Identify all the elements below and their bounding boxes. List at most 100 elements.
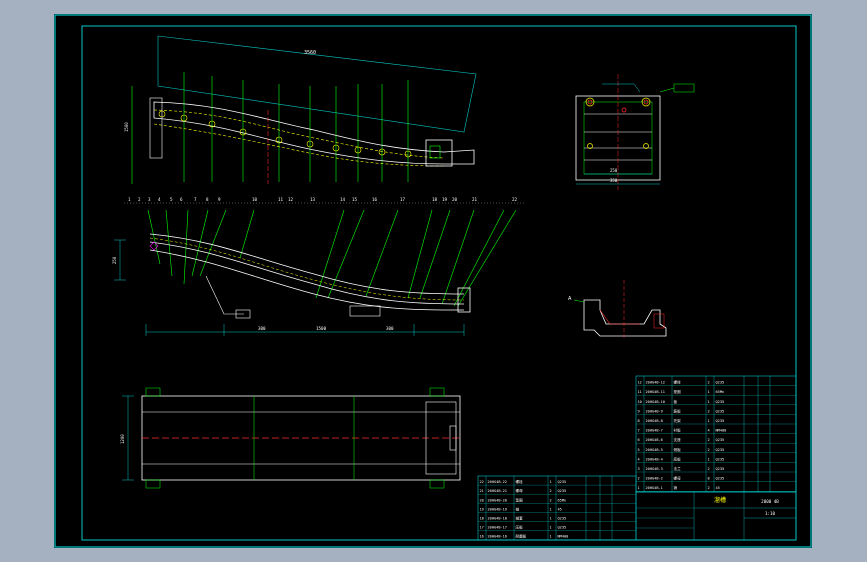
bom-cell: 5 [638,448,640,452]
bom-cell: 支座 [674,437,682,442]
bom-cell: 20HG4B-17 [488,526,507,530]
bom-cell: 65Mn [716,390,725,394]
bom-cell: 1 [550,507,552,511]
bom-cell: 20HG4B-21 [488,489,507,493]
bom-cell: 22 [480,480,484,484]
bom-cell: 1 [708,419,710,423]
bom-cell: 板 [674,399,678,404]
bom-cell: 4 [708,429,710,433]
svg-text:14: 14 [340,197,346,202]
bom-cell: 1 [550,535,552,539]
svg-text:10: 10 [252,197,258,202]
dim-overall: 3560 [304,50,316,56]
svg-text:1500: 1500 [124,122,129,132]
bom-cell: Q235 [716,448,725,452]
drawing-canvas: 3560 1500 1 2 3 4 5 6 7 8 9 10 11 12 13 … [54,14,812,548]
svg-text:16: 16 [372,197,378,202]
bom-cell: 20HG4B-10 [646,400,665,404]
bom-cell: 8 [638,419,640,423]
svg-text:11: 11 [278,197,284,202]
svg-text:4: 4 [158,197,161,202]
bom-cell: Q235 [716,381,725,385]
bom-cell: 2 [550,498,552,502]
dim-bottom-2: 1500 [316,326,327,331]
bom-cell: Q235 [716,400,725,404]
bom-cell: 21 [480,489,484,493]
bom-cell: 3 [638,467,640,471]
bom-cell: NM400 [558,535,569,539]
bom-cell: Q235 [558,517,567,521]
bom-cell: 1 [638,486,640,490]
svg-text:15: 15 [352,197,358,202]
bom-cell: 1 [550,517,552,521]
bom-cell: 6 [638,438,640,442]
title-name: 溜槽 [714,496,726,504]
svg-text:5: 5 [170,197,173,202]
bom-cell: 20HG4B-11 [646,390,665,394]
bom-cell: 轴套 [516,516,524,521]
bom-cell: 衬板 [674,428,682,433]
bom-cell: 2 [638,477,640,481]
bom-cell: Q235 [716,477,725,481]
bom-cell: 20HG4B-18 [488,517,507,521]
bom-cell: Q235 [716,419,725,423]
dim-band [157,35,477,133]
section-view: 250 350 [575,74,695,190]
bom-cell: 底板 [674,456,682,461]
bom-cell: 20HG4B-16 [488,535,507,539]
bom-cell: 2 [708,467,710,471]
bom-cell: Q235 [716,467,725,471]
bom-left-table: 22 20HG4B-22 螺栓 1 Q23521 20HG4B-21 螺母 2 Q23520 20… [477,475,637,541]
bom-cell: Q235 [558,526,567,530]
title-block: 溜槽 2000 4B 1:10 [635,491,797,541]
bom-cell: 20HG4B-8 [646,419,663,423]
drawing-number: 2000 4B [761,499,779,504]
svg-text:9: 9 [218,197,221,202]
svg-text:18: 18 [432,197,438,202]
bom-cell: 8 [708,477,710,481]
bom-cell: Q235 [558,480,567,484]
svg-text:6: 6 [180,197,183,202]
svg-text:20: 20 [452,197,458,202]
bom-cell: Q235 [716,438,725,442]
bom-cell: 45 [558,507,562,511]
section-label: A [568,296,572,302]
bom-cell: 65Mn [558,498,567,502]
bom-cell: 20HG4B-1 [646,486,663,490]
bom-cell: 20HG4B-19 [488,507,507,511]
bom-cell: 销 [674,485,678,490]
bom-cell: 20HG4B-3 [646,467,663,471]
svg-text:2: 2 [138,197,141,202]
section-dim-total: 350 [610,178,618,183]
svg-text:1: 1 [128,197,131,202]
cad-viewport[interactable]: 3560 1500 1 2 3 4 5 6 7 8 9 10 11 12 13 … [0,0,867,562]
bom-cell: 20HG4B-12 [646,381,665,385]
svg-text:8: 8 [206,197,209,202]
bom-cell: 1 [708,457,710,461]
bom-cell: NM400 [716,429,727,433]
svg-text:19: 19 [442,197,448,202]
svg-text:21: 21 [472,197,478,202]
bom-cell: 螺栓 [516,479,524,484]
bom-cell: 1 [550,480,552,484]
elevation-view: 3560 1500 [124,35,477,184]
dim-bottom-1: 300 [258,326,266,331]
bom-cell: Q235 [716,457,725,461]
bom-cell: 20HG4B-6 [646,438,663,442]
bom-cell: 2 [708,438,710,442]
bom-right-table: 12 20HG4B-12 螺栓 2 Q23511 20HG4B-11 垫圈 1 65Mn10 20… [635,375,797,493]
bom-cell: 20HG4B-9 [646,409,663,413]
bom-cell: 耐磨板 [516,534,527,539]
bom-cell: 18 [480,517,484,521]
drawing-scale: 1:10 [765,511,776,516]
bom-cell: 垫圈 [674,389,682,394]
bom-cell: 螺母 [516,488,524,493]
bom-cell: 16 [480,535,484,539]
bom-cell: 轴 [516,506,520,511]
svg-text:12: 12 [288,197,294,202]
bom-cell: Q235 [558,489,567,493]
bom-cell: 11 [638,390,642,394]
bom-cell: Q235 [716,409,725,413]
bom-cell: 19 [480,507,484,511]
section-dim-width: 250 [610,168,618,173]
